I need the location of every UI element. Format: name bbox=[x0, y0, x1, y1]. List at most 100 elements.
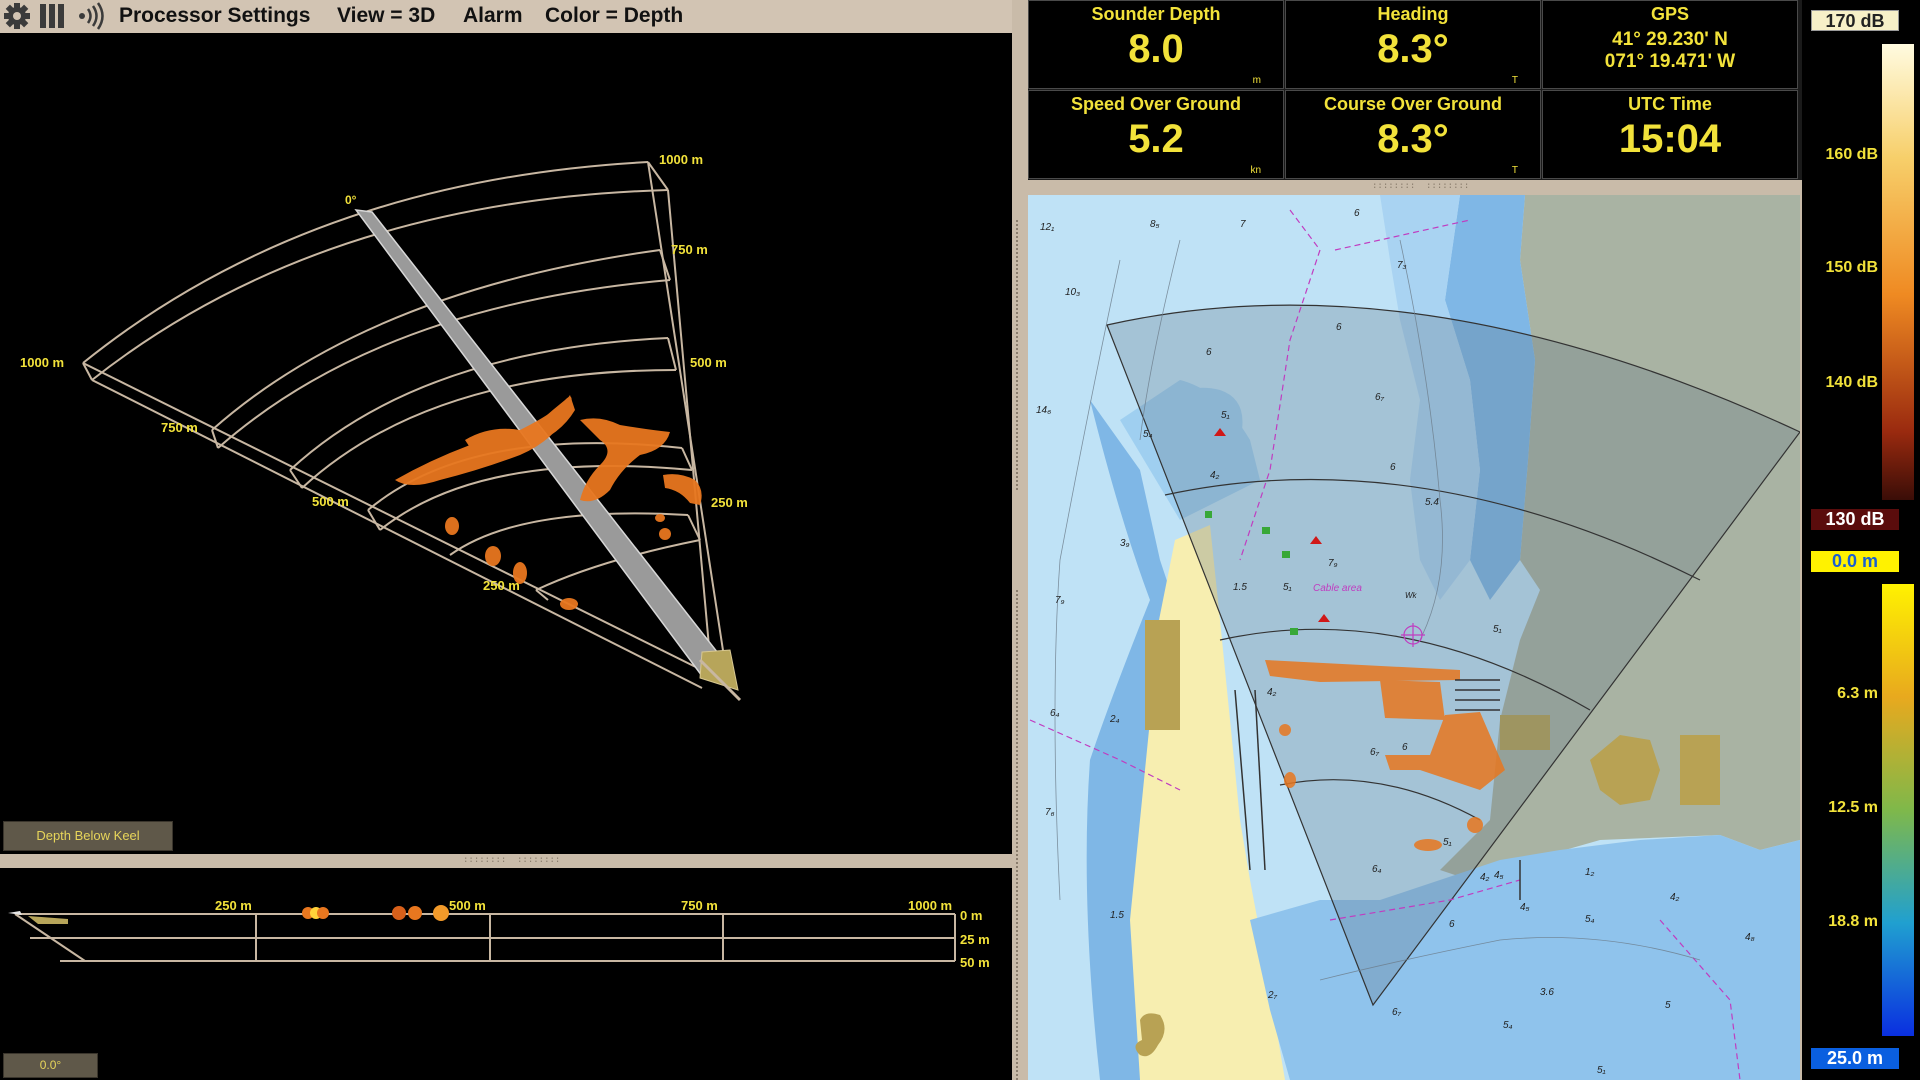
depth-label-12.5: 12.5 m bbox=[1828, 799, 1878, 816]
heading-tile: Heading 8.3° T bbox=[1285, 0, 1541, 89]
range-label-left-250: 250 m bbox=[483, 578, 520, 593]
db-gradient bbox=[1882, 44, 1914, 500]
sounder-depth-tile: Sounder Depth 8.0 m bbox=[1028, 0, 1284, 89]
sounding-label: 4₂ bbox=[1210, 470, 1220, 481]
pane-splitter[interactable]: :::::::: :::::::: bbox=[0, 854, 1012, 868]
sounding-label: 4₂ bbox=[1670, 892, 1680, 903]
sonar-view-pane: Processor Settings View = 3D Alarm Color… bbox=[0, 0, 1012, 1080]
utc-time-tile: UTC Time 15:04 bbox=[1542, 90, 1798, 179]
sonar-ping-icon[interactable] bbox=[76, 0, 106, 33]
sounding-label: 5.4 bbox=[1425, 497, 1439, 508]
side-depth-0: 0 m bbox=[960, 908, 982, 923]
cog-title: Course Over Ground bbox=[1323, 94, 1503, 114]
vertical-splitter[interactable] bbox=[1012, 0, 1028, 1080]
menu-bar: Processor Settings View = 3D Alarm Color… bbox=[0, 0, 1012, 33]
db-min-box[interactable]: 130 dB bbox=[1811, 509, 1899, 530]
sounding-label: 4₅ bbox=[1520, 902, 1530, 913]
sonar-3d-view[interactable]: 0° 1000 m 750 m 500 m 250 m 1000 m 750 m… bbox=[0, 33, 1012, 853]
gps-tile: GPS 41° 29.230' N 071° 19.471' W bbox=[1542, 0, 1798, 89]
heading-zero-label: 0° bbox=[345, 193, 357, 207]
sog-unit: kn bbox=[1250, 165, 1261, 176]
gear-icon[interactable] bbox=[2, 0, 32, 33]
instrument-panel: Sounder Depth 8.0 m Heading 8.3° T GPS 4… bbox=[1028, 0, 1802, 180]
view-mode-menu[interactable]: View = 3D bbox=[337, 4, 435, 28]
sounding-label: 7₆ bbox=[1045, 807, 1055, 818]
side-range-500: 500 m bbox=[449, 898, 486, 913]
chart-splitter[interactable]: :::::::: :::::::: bbox=[1028, 180, 1802, 194]
range-label-left-500: 500 m bbox=[312, 494, 349, 509]
sounding-label: 6₄ bbox=[1372, 864, 1382, 875]
sounding-label: 5₁ bbox=[1597, 1065, 1606, 1076]
sounding-label: 6 bbox=[1449, 919, 1455, 930]
side-range-1000: 1000 m bbox=[908, 898, 952, 913]
sounder-depth-title: Sounder Depth bbox=[1091, 4, 1221, 24]
sounding-label: 4₈ bbox=[1745, 932, 1755, 943]
sounding-label: 2₇ bbox=[1267, 990, 1278, 1001]
range-label-right-750: 750 m bbox=[671, 242, 708, 257]
processor-settings-menu[interactable]: Processor Settings bbox=[119, 4, 310, 28]
sog-title: Speed Over Ground bbox=[1070, 94, 1242, 114]
sonar-side-view[interactable]: 250 m 500 m 750 m 1000 m 0 m 25 m 50 m bbox=[0, 868, 1012, 1080]
sounding-label: 6 bbox=[1206, 347, 1212, 358]
sounding-label: 12₁ bbox=[1040, 222, 1054, 233]
db-label-160: 160 dB bbox=[1825, 146, 1878, 163]
heading-unit: T bbox=[1511, 75, 1518, 86]
sounding-label: 5₁ bbox=[1493, 624, 1502, 635]
sounding-label: 3₉ bbox=[1120, 538, 1130, 549]
sog-value: 5.2 bbox=[1128, 117, 1184, 161]
range-label-right-500: 500 m bbox=[690, 355, 727, 370]
range-label-right-250: 250 m bbox=[711, 495, 748, 510]
sounding-label: 6₇ bbox=[1370, 747, 1380, 758]
columns-icon[interactable] bbox=[37, 0, 67, 33]
utc-time-title: UTC Time bbox=[1628, 94, 1712, 114]
sounding-label: 5₄ bbox=[1503, 1020, 1513, 1031]
sounder-depth-unit: m bbox=[1252, 75, 1261, 86]
sounding-label: 14₆ bbox=[1036, 405, 1051, 416]
sounding-label: 7₉ bbox=[1055, 595, 1065, 606]
sounding-label: 1₂ bbox=[1585, 867, 1595, 878]
sounding-label: 5₄ bbox=[1143, 429, 1153, 440]
gps-title: GPS bbox=[1650, 4, 1689, 24]
sounder-depth-value: 8.0 bbox=[1128, 27, 1184, 71]
sounding-label: 7₉ bbox=[1328, 558, 1338, 569]
sounding-label: 3.6 bbox=[1540, 987, 1554, 998]
range-label-left-1000: 1000 m bbox=[20, 355, 64, 370]
cog-unit: T bbox=[1511, 165, 1518, 176]
sounding-label: 6 bbox=[1354, 208, 1360, 219]
color-scale-panel: 170 dB 160 dB 150 dB 140 dB 130 dB 0.0 m… bbox=[1802, 0, 1920, 1080]
utc-time-value: 15:04 bbox=[1618, 117, 1722, 161]
db-label-150: 150 dB bbox=[1825, 259, 1878, 276]
heading-value: 8.3° bbox=[1377, 27, 1449, 71]
color-mode-menu[interactable]: Color = Depth bbox=[545, 4, 683, 28]
sounding-label: 6₇ bbox=[1392, 1007, 1402, 1018]
gps-longitude: 071° 19.471' W bbox=[1604, 51, 1736, 72]
sounding-label: 7₃ bbox=[1397, 260, 1407, 271]
depth-min-box[interactable]: 0.0 m bbox=[1811, 551, 1899, 572]
sog-tile: Speed Over Ground 5.2 kn bbox=[1028, 90, 1284, 179]
side-range-250: 250 m bbox=[215, 898, 252, 913]
depth-gradient bbox=[1882, 584, 1914, 1036]
range-label-right-1000: 1000 m bbox=[659, 152, 703, 167]
sounding-label: 6 bbox=[1390, 462, 1396, 473]
sounding-label: 1.5 bbox=[1233, 582, 1247, 593]
depth-below-keel-button[interactable]: Depth Below Keel bbox=[3, 821, 173, 851]
nautical-chart[interactable]: Cable area Wk 12₁ 8₅ 7 6 7₃ 10₃ 6 6 14₆ 5₄ 5₁ 4₂ 6₇ 6… bbox=[1028, 195, 1800, 1080]
sounding-label: 4₂ bbox=[1480, 872, 1490, 883]
depth-max-box[interactable]: 25.0 m bbox=[1811, 1048, 1899, 1069]
sounding-label: 5₄ bbox=[1585, 914, 1595, 925]
tilt-angle-readout[interactable]: 0.0° bbox=[3, 1053, 98, 1078]
sounding-label: 6₄ bbox=[1050, 708, 1060, 719]
sounding-label: 5₁ bbox=[1443, 837, 1452, 848]
alarm-menu[interactable]: Alarm bbox=[463, 4, 523, 28]
sounding-label: 4₂ bbox=[1267, 687, 1277, 698]
db-label-140: 140 dB bbox=[1825, 374, 1878, 391]
sounding-label: 8₅ bbox=[1150, 219, 1160, 230]
sounding-label: 10₃ bbox=[1065, 287, 1080, 298]
range-label-left-750: 750 m bbox=[161, 420, 198, 435]
side-depth-50: 50 m bbox=[960, 955, 990, 970]
db-max-box[interactable]: 170 dB bbox=[1811, 10, 1899, 31]
cog-tile: Course Over Ground 8.3° T bbox=[1285, 90, 1541, 179]
depth-label-18.8: 18.8 m bbox=[1828, 913, 1878, 930]
sounding-label: 6 bbox=[1336, 322, 1342, 333]
sounding-label: 6₇ bbox=[1375, 392, 1385, 403]
